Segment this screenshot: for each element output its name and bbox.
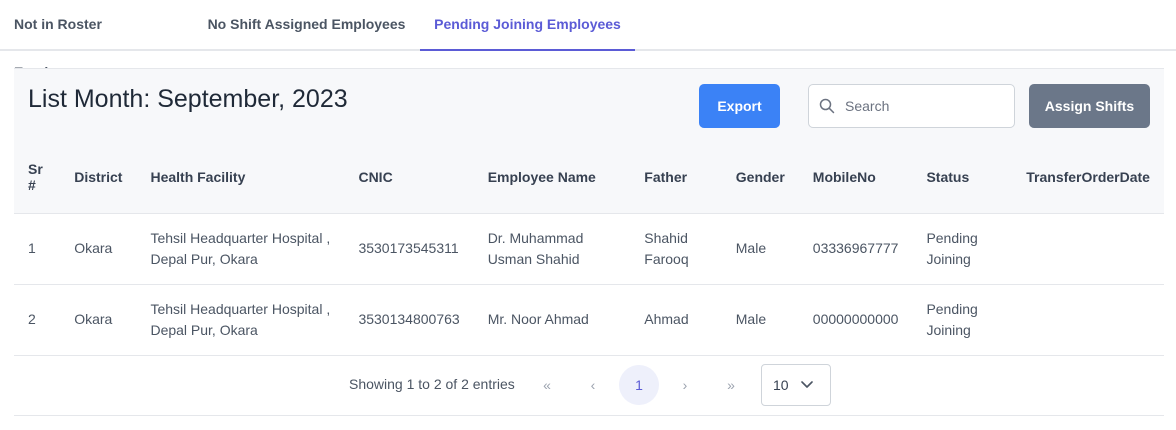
assign-shifts-button[interactable]: Assign Shifts (1029, 84, 1150, 128)
column-header-health-facility[interactable]: Health Facility (136, 142, 345, 214)
column-header-cnic[interactable]: CNIC (344, 142, 474, 214)
column-header-district[interactable]: District (60, 142, 137, 214)
cell-district: Okara (74, 311, 113, 327)
column-header-mobile[interactable]: MobileNo (798, 142, 913, 214)
first-page-button[interactable]: « (527, 365, 567, 405)
next-page-button[interactable]: › (665, 365, 705, 405)
chevron-down-icon (800, 381, 813, 388)
cell-sr: 2 (28, 311, 36, 327)
column-header-father[interactable]: Father (630, 142, 722, 214)
current-page-button[interactable]: 1 (619, 365, 659, 405)
cell-status: Pending Joining (926, 229, 978, 267)
employees-table: Sr # District Health Facility CNIC Emplo… (14, 142, 1164, 356)
cell-mobile: 03336967777 (812, 240, 899, 256)
cell-cnic: 3530173545311 (358, 240, 459, 256)
cell-father: Shahid Farooq (644, 229, 689, 267)
column-header-employee-name[interactable]: Employee Name (473, 142, 631, 214)
search-icon (819, 98, 835, 114)
cell-gender: Male (735, 240, 767, 256)
cell-employee-name: Mr. Noor Ahmad (487, 311, 589, 327)
per-page-value: 10 (773, 377, 789, 393)
tab-no-shift-assigned[interactable]: No Shift Assigned Employees (207, 0, 406, 51)
previous-page-button[interactable]: ‹ (573, 365, 613, 405)
table-row: 2 Okara Tehsil Headquarter Hospital , De… (14, 284, 1164, 355)
list-header: List Month: September, 2023 Export Assig… (14, 68, 1164, 142)
page-title: List Month: September, 2023 (28, 85, 348, 113)
cell-mobile: 00000000000 (812, 311, 899, 327)
cell-transfer-order-date (1012, 213, 1164, 284)
tab-pending-joining[interactable]: Pending Joining Employees (420, 0, 635, 51)
table-row: 1 Okara Tehsil Headquarter Hospital , De… (14, 213, 1164, 284)
tab-bar: Not in Roster Employees No Shift Assigne… (0, 0, 1176, 80)
per-page-select[interactable]: 10 (761, 364, 831, 406)
column-header-sr[interactable]: Sr # (14, 142, 61, 214)
cell-transfer-order-date (1012, 284, 1164, 355)
cell-cnic: 3530134800763 (358, 311, 460, 327)
cell-sr: 1 (28, 240, 36, 256)
cell-status: Pending Joining (926, 300, 978, 338)
export-button[interactable]: Export (699, 84, 780, 128)
pagination: Showing 1 to 2 of 2 entries « ‹ 1 › » 10 (14, 355, 1164, 416)
search-box (808, 84, 1015, 128)
pagination-summary: Showing 1 to 2 of 2 entries (349, 376, 515, 392)
column-header-gender[interactable]: Gender (721, 142, 799, 214)
search-input[interactable] (845, 98, 995, 114)
cell-employee-name: Dr. Muhammad Usman Shahid (487, 229, 584, 267)
cell-district: Okara (74, 240, 113, 256)
cell-health-facility: Tehsil Headquarter Hospital , Depal Pur,… (150, 229, 331, 267)
cell-health-facility: Tehsil Headquarter Hospital , Depal Pur,… (150, 300, 331, 338)
column-header-transfer-order-date[interactable]: TransferOrderDate (1012, 142, 1164, 214)
column-header-status[interactable]: Status (912, 142, 1013, 214)
table-header-row: Sr # District Health Facility CNIC Emplo… (14, 142, 1164, 214)
tab-not-in-roster[interactable]: Not in Roster Employees (14, 0, 177, 80)
cell-gender: Male (735, 311, 767, 327)
last-page-button[interactable]: » (711, 365, 751, 405)
cell-father: Ahmad (644, 311, 689, 327)
